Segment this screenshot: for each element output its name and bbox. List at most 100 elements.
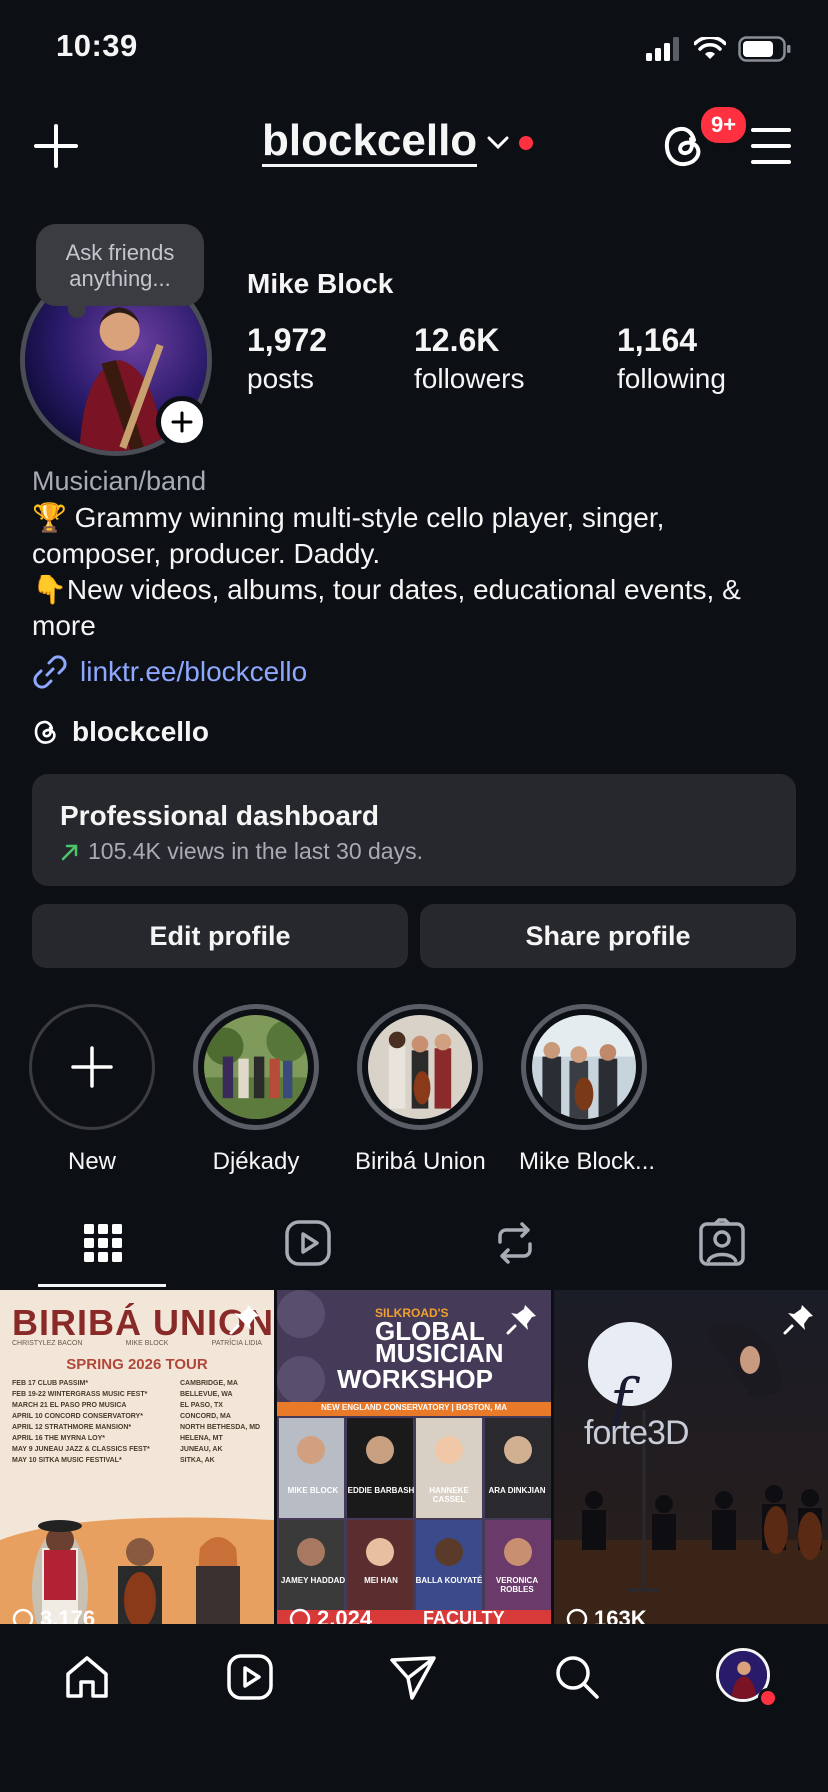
tour-date: FEB 19-22 WINTERGRASS MUSIC FEST*: [12, 1391, 148, 1398]
username-title: blockcello: [262, 117, 478, 168]
add-story-button[interactable]: [156, 396, 208, 448]
forte3d-logo-text: forte3D: [584, 1414, 689, 1452]
following-count: 1,164: [617, 322, 698, 358]
post-view-count: 3,176: [12, 1606, 95, 1624]
highlight-label: New: [67, 1148, 116, 1175]
tour-dates-list: FEB 17 CLUB PASSIM* FEB 19-22 WINTERGRAS…: [12, 1378, 150, 1466]
highlight-ring: [357, 1004, 483, 1130]
pin-icon: [229, 1305, 259, 1335]
threads-handle: blockcello: [72, 716, 209, 747]
create-plus-icon[interactable]: [32, 122, 80, 170]
post-artist-name: MIKE BLOCK: [125, 1340, 169, 1347]
highlight-ring: [193, 1004, 319, 1130]
chevron-down-icon: [487, 136, 509, 149]
status-time: 10:39: [56, 28, 138, 63]
bottom-navigation: [0, 1624, 828, 1792]
post-artist-name: PATRÍCIA LIDIA: [211, 1340, 262, 1347]
post-subtitle: SPRING 2026 TOUR: [66, 1356, 208, 1373]
search-icon[interactable]: [552, 1652, 602, 1702]
new-highlight-circle: [29, 1004, 155, 1130]
post-footer: FACULTY: [423, 1608, 505, 1624]
views-text: 2,024: [317, 1606, 373, 1624]
following-stat[interactable]: 1,164 following: [617, 322, 726, 395]
threads-profile-link[interactable]: blockcello: [32, 716, 209, 748]
faculty-name: HANNEKE CASSEL: [429, 1486, 469, 1504]
tour-city: EL PASO, TX: [180, 1402, 223, 1409]
tour-city: HELENA, MT: [180, 1435, 223, 1442]
bio-link[interactable]: linktr.ee/blockcello: [32, 654, 307, 690]
post-artist-name: CHRISTYLEZ BACON: [12, 1340, 83, 1347]
followers-count: 12.6K: [414, 322, 500, 358]
tour-date: FEB 17 CLUB PASSIM*: [12, 1380, 89, 1387]
post-tile[interactable]: f forte3D 163K: [554, 1290, 828, 1624]
reels-tab-icon[interactable]: [281, 1216, 335, 1270]
faculty-name: ARA DINKJIAN: [488, 1486, 546, 1495]
note-bubble[interactable]: Ask friends anything...: [36, 224, 204, 306]
highlight-mike-block[interactable]: Mike Block...: [519, 1004, 655, 1176]
professional-dashboard[interactable]: Professional dashboard 105.4K views in t…: [32, 774, 796, 886]
display-name: Mike Block: [247, 268, 394, 299]
highlight-cover: [368, 1015, 472, 1119]
tour-date: MAY 9 JUNEAU JAZZ & CLASSICS FEST*: [12, 1446, 150, 1453]
post-view-count: 163K: [566, 1606, 647, 1624]
edit-profile-button[interactable]: Edit profile: [32, 904, 408, 968]
pin-icon: [783, 1305, 813, 1335]
tour-date: APRIL 10 CONCORD CONSERVATORY*: [12, 1413, 143, 1420]
new-activity-dot: [519, 135, 534, 150]
profile-bio: 🏆 Grammy winning multi-style cello playe…: [32, 500, 792, 644]
signal-icon: [646, 37, 679, 61]
share-profile-button[interactable]: Share profile: [420, 904, 796, 968]
faculty-name: MEI HAN: [364, 1576, 398, 1585]
post-view-count: 2,024: [289, 1606, 372, 1624]
wifi-icon: [694, 37, 726, 59]
home-icon[interactable]: [62, 1652, 112, 1702]
profile-notification-dot: [758, 1688, 778, 1708]
plus-icon: [171, 411, 193, 433]
dashboard-title: Professional dashboard: [60, 800, 379, 831]
status-icons: [646, 36, 792, 62]
highlight-new[interactable]: New: [27, 1004, 157, 1176]
tagged-tab-icon[interactable]: [695, 1216, 749, 1270]
post-tile[interactable]: BIRIBÁ UNION CHRISTYLEZ BACON MIKE BLOCK…: [0, 1290, 274, 1624]
followers-stat[interactable]: 12.6K followers: [414, 322, 524, 395]
posts-stat[interactable]: 1,972 posts: [247, 322, 327, 395]
bio-link-text: linktr.ee/blockcello: [80, 656, 308, 687]
highlight-label: Biribá Union: [355, 1148, 486, 1175]
post-tile[interactable]: SILKROAD'S GLOBAL MUSICIAN WORKSHOP NEW …: [277, 1290, 551, 1624]
trend-up-arrow-icon: [61, 844, 78, 860]
posts-label: posts: [247, 363, 314, 394]
active-tab-indicator: [38, 1284, 166, 1287]
posts-count: 1,972: [247, 322, 328, 358]
tour-city: CONCORD, MA: [180, 1413, 231, 1420]
bio-line: 👇New videos, albums, tour dates, educati…: [32, 574, 741, 641]
reposts-tab-icon[interactable]: [488, 1216, 542, 1270]
faculty-name: EDDIE BARBASH: [347, 1486, 415, 1495]
battery-icon: [738, 36, 791, 62]
account-switcher[interactable]: blockcello: [262, 117, 534, 168]
highlight-label: Djékady: [212, 1148, 300, 1175]
followers-label: followers: [414, 363, 525, 394]
tour-date: MAY 10 SITKA MUSIC FESTIVAL*: [12, 1457, 122, 1464]
tour-city: BELLEVUE, WA: [180, 1391, 233, 1398]
play-icon: [12, 1608, 34, 1624]
post-venue: NEW ENGLAND CONSERVATORY | BOSTON, MA: [321, 1403, 507, 1412]
plus-icon: [71, 1046, 113, 1088]
grid-tab-icon[interactable]: [76, 1216, 130, 1270]
messages-icon[interactable]: [388, 1652, 438, 1702]
note-bubble-tail: [68, 300, 86, 318]
faculty-name: JAMEY HADDAD: [280, 1576, 346, 1585]
post-title-line: WORKSHOP: [337, 1364, 493, 1394]
highlight-djekady[interactable]: Djékady: [191, 1004, 321, 1176]
menu-icon[interactable]: [750, 126, 792, 166]
post-title-line: MUSICIAN: [375, 1338, 504, 1368]
faculty-name: VERONICA ROBLES: [495, 1576, 539, 1594]
views-text: 163K: [594, 1606, 647, 1624]
pin-icon: [506, 1305, 536, 1335]
tour-date: MARCH 21 EL PASO PRO MUSICA: [12, 1402, 127, 1409]
reels-icon[interactable]: [225, 1652, 275, 1702]
bio-line: 🏆 Grammy winning multi-style cello playe…: [32, 502, 665, 569]
highlight-biriba-union[interactable]: Biribá Union: [355, 1004, 486, 1176]
highlight-ring: [521, 1004, 647, 1130]
views-text: 3,176: [40, 1606, 96, 1624]
link-icon: [33, 655, 67, 689]
